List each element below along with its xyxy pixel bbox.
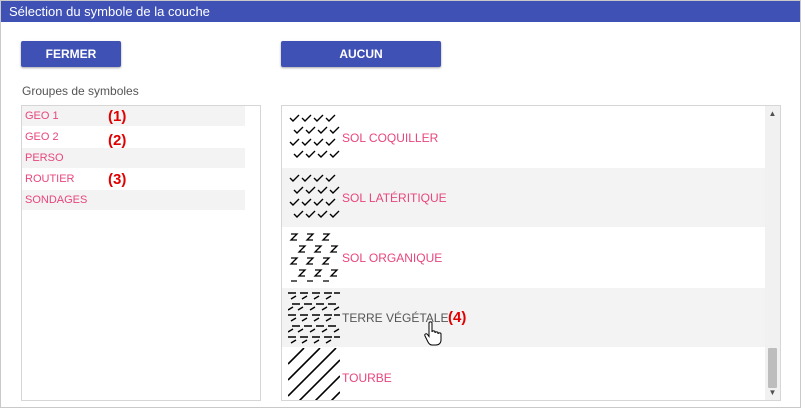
symbol-label[interactable]: SOL ORGANIQUE [342,228,442,288]
checkmarks-hatch-icon [289,174,340,218]
scroll-up-arrow-icon[interactable]: ▲ [765,106,780,121]
hand-pointer-icon [424,321,442,346]
symbol-label[interactable]: SOL COQUILLER [342,108,438,168]
group-item-routier[interactable]: ROUTIER [22,169,245,189]
annotation-4: (4) [448,309,467,326]
group-item-sondages[interactable]: SONDAGES [22,190,245,210]
symbols-list: SOL COQUILLER SOL LATÉRITIQUE SOL ORGANI… [281,105,781,401]
annotation-3: (3) [108,171,127,188]
annotation-1: (1) [108,108,127,125]
annotation-2: (2) [108,132,127,149]
symbol-row-sol-lateritique[interactable]: SOL LATÉRITIQUE [282,168,765,228]
close-button[interactable]: FERMER [21,41,121,67]
dialog-title: Sélection du symbole de la couche [1,1,800,22]
symbol-row-sol-coquiller[interactable]: SOL COQUILLER [282,108,765,168]
group-item-perso[interactable]: PERSO [22,148,245,168]
group-item-geo-1[interactable]: GEO 1 [22,106,245,126]
group-item-geo-2[interactable]: GEO 2 [22,127,245,147]
none-button[interactable]: AUCUN [281,41,441,67]
z-letters-hatch-icon [289,233,339,282]
checkmarks-hatch-icon [289,114,340,158]
symbol-selection-dialog: Sélection du symbole de la couche FERMER… [0,0,801,408]
symbol-label[interactable]: SOL LATÉRITIQUE [342,168,447,228]
dense-dash-hatch-icon [288,292,340,344]
symbol-row-sol-organique[interactable]: SOL ORGANIQUE [282,228,765,288]
symbol-row-tourbe[interactable]: TOURBE [282,348,765,400]
symbol-row-terre-vegetale[interactable]: TERRE VÉGÉTALE [282,288,765,348]
symbol-label[interactable]: TOURBE [342,348,392,400]
groups-list: GEO 1 GEO 2 PERSO ROUTIER SONDAGES [21,105,261,401]
scroll-thumb[interactable] [768,348,777,388]
symbols-scrollbar[interactable]: ▲ ▼ [765,106,780,400]
groups-label: Groupes de symboles [22,84,139,98]
diagonal-lines-hatch-icon [288,348,340,400]
scroll-down-arrow-icon[interactable]: ▼ [765,385,780,400]
